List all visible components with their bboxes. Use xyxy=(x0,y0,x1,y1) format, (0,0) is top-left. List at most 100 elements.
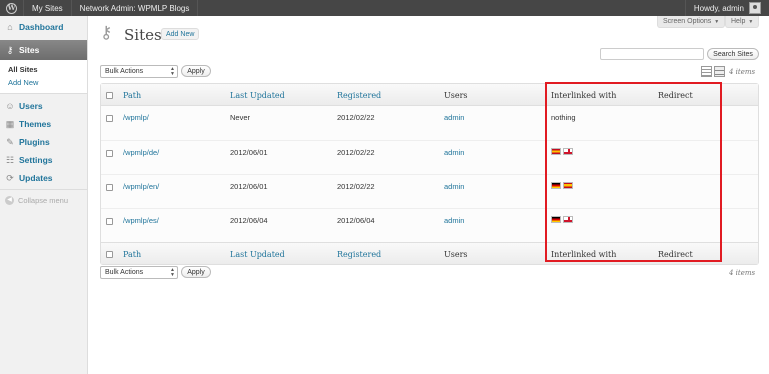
interlinked-cell: nothing xyxy=(551,113,576,122)
spain-flag-icon[interactable] xyxy=(551,148,561,155)
admin-bar: W My Sites Network Admin: WPMLP Blogs Ho… xyxy=(0,0,769,16)
sidebar-item-label: Plugins xyxy=(19,137,50,147)
search-input[interactable] xyxy=(600,48,704,60)
sites-submenu: All Sites Add New xyxy=(0,60,87,94)
column-footer-users: Users xyxy=(444,250,468,259)
column-footer-path[interactable]: Path xyxy=(123,250,141,259)
row-checkbox[interactable] xyxy=(106,115,113,122)
collapse-icon: ◀ xyxy=(5,196,14,205)
sidebar-item-label: Settings xyxy=(19,155,53,165)
sites-icon: ⚷ xyxy=(100,23,113,42)
select-all-checkbox[interactable] xyxy=(106,92,113,99)
sidebar-item-label: Dashboard xyxy=(19,22,64,32)
table-row: /wpmlp/es/ 2012/06/04 2012/06/04 admin xyxy=(101,208,758,242)
apply-button[interactable]: Apply xyxy=(181,65,211,77)
site-name-link[interactable]: Network Admin: WPMLP Blogs xyxy=(72,0,199,16)
sidebar-item-label: Sites xyxy=(19,45,40,55)
row-checkbox[interactable] xyxy=(106,218,113,225)
registered-cell: 2012/06/04 xyxy=(337,216,375,225)
avatar xyxy=(749,2,761,14)
sites-table: Path Last Updated Registered Users Inter… xyxy=(100,83,759,265)
my-sites-link[interactable]: My Sites xyxy=(24,0,72,16)
howdy-text: Howdy, admin xyxy=(693,3,744,13)
interlinked-flags xyxy=(551,182,573,189)
column-header-path[interactable]: Path xyxy=(123,91,141,100)
user-link[interactable]: admin xyxy=(444,113,464,122)
row-checkbox[interactable] xyxy=(106,184,113,191)
row-checkbox[interactable] xyxy=(106,150,113,157)
submenu-all-sites[interactable]: All Sites xyxy=(0,63,87,76)
germany-flag-icon[interactable] xyxy=(551,182,561,189)
admin-sidebar: ⌂ Dashboard ⚷ Sites All Sites Add New ☺ … xyxy=(0,16,88,374)
spain-flag-icon[interactable] xyxy=(563,182,573,189)
plugins-icon: ✎ xyxy=(6,137,14,147)
caret-down-icon: ▼ xyxy=(748,18,754,25)
sidebar-item-label: Updates xyxy=(19,173,53,183)
sidebar-item-themes[interactable]: ▦ Themes xyxy=(0,115,87,133)
sidebar-item-sites[interactable]: ⚷ Sites xyxy=(0,40,87,60)
sidebar-item-updates[interactable]: ⟳ Updates xyxy=(0,169,87,187)
column-header-registered[interactable]: Registered xyxy=(337,91,381,100)
sidebar-item-plugins[interactable]: ✎ Plugins xyxy=(0,133,87,151)
column-header-interlinked: Interlinked with xyxy=(551,91,617,100)
column-footer-last-updated[interactable]: Last Updated xyxy=(230,250,285,259)
user-link[interactable]: admin xyxy=(444,216,464,225)
sidebar-item-label: Themes xyxy=(19,119,52,129)
sidebar-item-label: Users xyxy=(19,101,43,111)
submenu-add-new[interactable]: Add New xyxy=(0,76,87,89)
england-flag-icon[interactable] xyxy=(563,216,573,223)
table-row: /wpmlp/de/ 2012/06/01 2012/02/22 admin xyxy=(101,140,758,174)
add-new-button[interactable]: Add New xyxy=(161,28,200,40)
screen-options-tab[interactable]: Screen Options ▼ xyxy=(657,16,726,28)
collapse-menu-button[interactable]: ◀ Collapse menu xyxy=(0,196,87,205)
table-row: /wpmlp/en/ 2012/06/01 2012/02/22 admin xyxy=(101,174,758,208)
screen-options-label: Screen Options xyxy=(663,18,712,25)
select-arrows-icon: ▲ ▼ xyxy=(170,66,175,77)
caret-down-icon: ▼ xyxy=(714,18,720,25)
site-path-link[interactable]: /wpmlp/en/ xyxy=(123,182,159,191)
table-row: /wpmlp/ Never 2012/02/22 admin nothing xyxy=(101,106,758,140)
list-view-icon[interactable] xyxy=(701,66,712,77)
last-updated-cell: 2012/06/04 xyxy=(230,216,268,225)
themes-icon: ▦ xyxy=(5,119,15,129)
england-flag-icon[interactable] xyxy=(563,148,573,155)
bulk-actions-select-bottom[interactable]: Bulk Actions ▲ ▼ xyxy=(100,266,178,279)
sidebar-item-users[interactable]: ☺ Users xyxy=(0,97,87,115)
users-icon: ☺ xyxy=(5,101,15,111)
column-footer-redirect: Redirect xyxy=(658,250,693,259)
interlinked-flags xyxy=(551,216,573,223)
last-updated-cell: Never xyxy=(230,113,251,122)
updates-icon: ⟳ xyxy=(6,173,14,183)
settings-icon: ☷ xyxy=(5,155,15,165)
select-arrows-icon: ▲ ▼ xyxy=(170,267,175,278)
interlinked-flags xyxy=(551,148,573,155)
user-link[interactable]: admin xyxy=(444,182,464,191)
items-count: 4 items xyxy=(729,68,756,76)
germany-flag-icon[interactable] xyxy=(551,216,561,223)
help-label: Help xyxy=(731,18,746,25)
column-header-last-updated[interactable]: Last Updated xyxy=(230,91,285,100)
user-link[interactable]: admin xyxy=(444,148,464,157)
site-path-link[interactable]: /wpmlp/de/ xyxy=(123,148,159,157)
account-menu[interactable]: Howdy, admin xyxy=(684,0,769,16)
last-updated-cell: 2012/06/01 xyxy=(230,148,268,157)
table-footer: Path Last Updated Registered Users Inter… xyxy=(101,242,758,264)
sidebar-item-dashboard[interactable]: ⌂ Dashboard xyxy=(0,18,87,36)
column-header-redirect: Redirect xyxy=(658,91,693,100)
select-all-checkbox[interactable] xyxy=(106,251,113,258)
bulk-actions-value: Bulk Actions xyxy=(105,68,144,75)
wordpress-logo-icon[interactable]: W xyxy=(0,0,24,16)
bulk-actions-select[interactable]: Bulk Actions ▲ ▼ xyxy=(100,65,178,78)
search-sites-button[interactable]: Search Sites xyxy=(707,48,759,60)
bulk-actions-value: Bulk Actions xyxy=(105,269,144,276)
apply-button-bottom[interactable]: Apply xyxy=(181,266,211,278)
site-path-link[interactable]: /wpmlp/es/ xyxy=(123,216,159,225)
column-footer-interlinked: Interlinked with xyxy=(551,250,617,259)
excerpt-view-icon[interactable] xyxy=(714,66,725,77)
registered-cell: 2012/02/22 xyxy=(337,113,375,122)
sidebar-item-settings[interactable]: ☷ Settings xyxy=(0,151,87,169)
help-tab[interactable]: Help ▼ xyxy=(725,16,760,28)
registered-cell: 2012/02/22 xyxy=(337,148,375,157)
site-path-link[interactable]: /wpmlp/ xyxy=(123,113,149,122)
column-footer-registered[interactable]: Registered xyxy=(337,250,381,259)
